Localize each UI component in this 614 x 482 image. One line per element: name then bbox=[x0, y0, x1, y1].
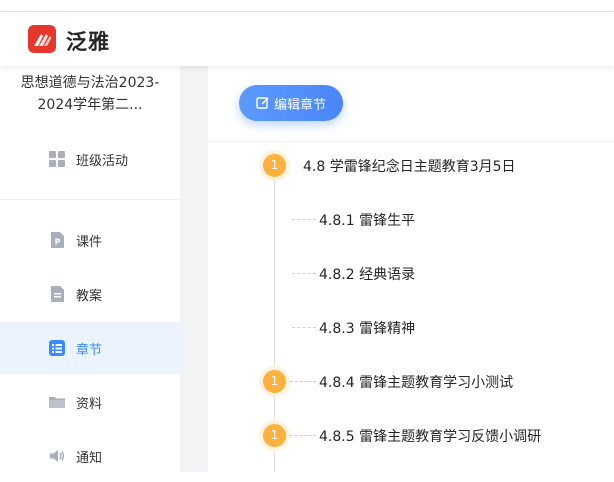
app-header: 泛雅 bbox=[0, 12, 614, 66]
task-count-badge: 1 bbox=[263, 154, 286, 177]
sidebar-gutter bbox=[180, 66, 208, 472]
sidebar-item-notifications[interactable]: 通知 bbox=[0, 430, 180, 482]
tree-connector bbox=[292, 327, 316, 328]
svg-text:P: P bbox=[55, 238, 61, 247]
sidebar-divider bbox=[0, 199, 180, 200]
edit-icon bbox=[256, 97, 269, 109]
sidebar-item-label: 通知 bbox=[76, 450, 103, 466]
sidebar-item-materials[interactable]: 资料 bbox=[0, 376, 180, 428]
folder-icon bbox=[48, 393, 66, 411]
chapter-row[interactable]: 4.8.1 雷锋生平 bbox=[208, 204, 614, 234]
chapter-title[interactable]: 4.8.2 经典语录 bbox=[319, 264, 415, 284]
lesson-plan-icon bbox=[48, 285, 66, 303]
chapter-row[interactable]: 4.8.3 雷锋精神 bbox=[208, 312, 614, 342]
sidebar-item-class-activity[interactable]: 班级活动 bbox=[0, 133, 180, 185]
chapter-title[interactable]: 4.8.1 雷锋生平 bbox=[319, 210, 415, 230]
sidebar-item-label: 班级活动 bbox=[76, 153, 129, 169]
tree-connector bbox=[292, 219, 316, 220]
chapter-row[interactable]: 1 4.8.5 雷锋主题教育学习反馈小调研 bbox=[208, 420, 614, 450]
sidebar-item-courseware[interactable]: P 课件 bbox=[0, 214, 180, 266]
sidebar-item-label: 教案 bbox=[76, 288, 103, 304]
course-title: 思想道德与法治2023-2024学年第二... bbox=[20, 75, 160, 113]
edit-chapters-label: 编辑章节 bbox=[273, 97, 326, 113]
chapter-title[interactable]: 4.8.3 雷锋精神 bbox=[319, 318, 415, 338]
task-count-badge: 1 bbox=[263, 424, 286, 447]
ppt-file-icon: P bbox=[48, 231, 66, 249]
task-count-badge: 1 bbox=[263, 370, 286, 393]
sidebar-item-label: 章节 bbox=[76, 342, 103, 358]
tree-connector bbox=[290, 435, 316, 436]
sidebar: 思想道德与法治2023-2024学年第二... 班级活动 P 课件 教案 章节 … bbox=[0, 66, 180, 472]
speaker-icon bbox=[48, 447, 66, 465]
tree-connector bbox=[290, 381, 316, 382]
browser-top-strip bbox=[0, 0, 614, 12]
chapter-row[interactable]: 1 4.8.4 雷锋主题教育学习小测试 bbox=[208, 366, 614, 396]
chapter-panel: 编辑章节 1 4.8 学雷锋纪念日主题教育3月5日 4.8.1 雷锋生平 4.8… bbox=[208, 66, 614, 472]
chaoxing-wing-icon[interactable] bbox=[28, 25, 56, 53]
chapter-title[interactable]: 4.8.5 雷锋主题教育学习反馈小调研 bbox=[319, 426, 541, 446]
chapter-title[interactable]: 4.8.4 雷锋主题教育学习小测试 bbox=[319, 372, 513, 392]
logo-text[interactable]: 泛雅 bbox=[66, 26, 110, 56]
content-divider bbox=[208, 141, 614, 142]
sidebar-item-label: 资料 bbox=[76, 396, 103, 412]
edit-chapters-button[interactable]: 编辑章节 bbox=[239, 85, 343, 121]
chapter-row[interactable]: 1 4.8 学雷锋纪念日主题教育3月5日 bbox=[208, 150, 614, 180]
chapter-title[interactable]: 4.8 学雷锋纪念日主题教育3月5日 bbox=[303, 156, 516, 176]
grid-icon bbox=[48, 150, 66, 168]
sidebar-item-lesson-plan[interactable]: 教案 bbox=[0, 268, 180, 320]
sidebar-item-chapters[interactable]: 章节 bbox=[0, 322, 180, 374]
chapter-row[interactable]: 4.8.2 经典语录 bbox=[208, 258, 614, 288]
list-icon bbox=[48, 339, 66, 357]
tree-connector bbox=[292, 273, 316, 274]
sidebar-item-label: 课件 bbox=[76, 234, 103, 250]
